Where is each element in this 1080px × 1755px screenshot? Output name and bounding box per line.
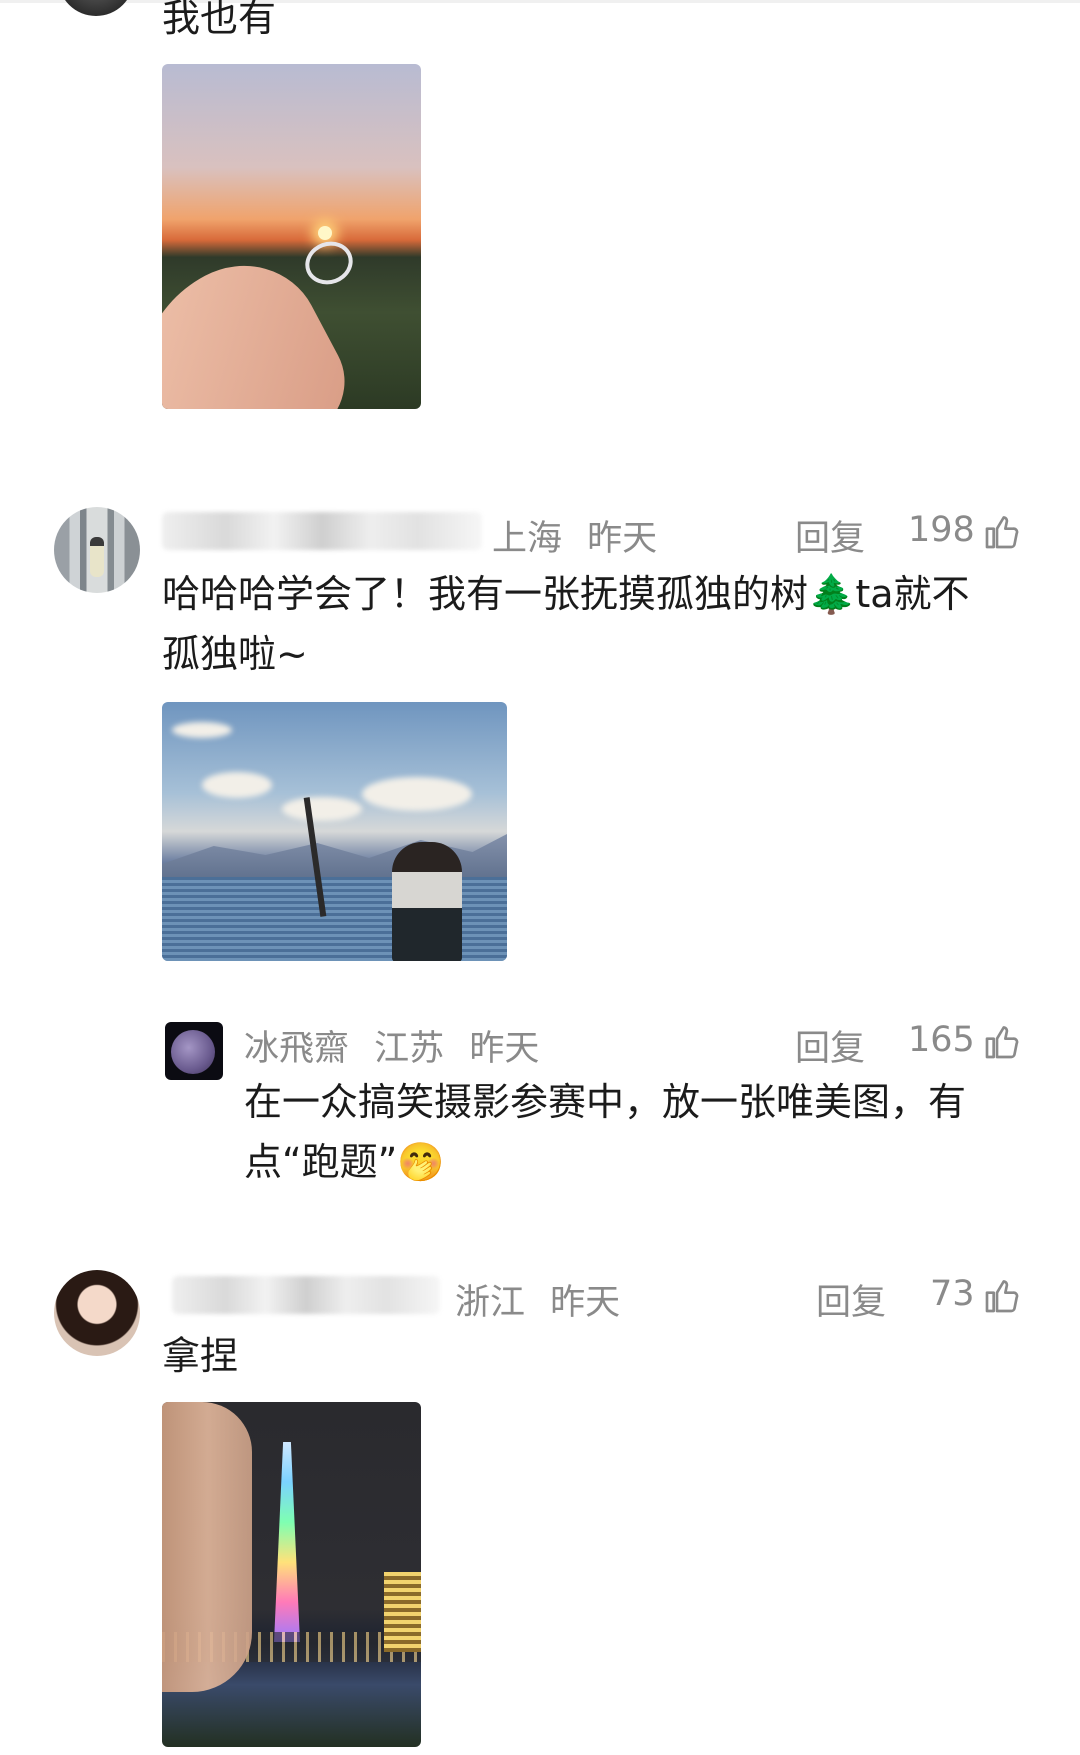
comment-photo[interactable]	[162, 1402, 421, 1747]
comment-meta: 上海 昨天	[492, 510, 671, 561]
avatar[interactable]	[165, 1022, 223, 1080]
avatar[interactable]	[58, 0, 134, 16]
like-count: 165	[908, 1020, 975, 1060]
reply-button[interactable]: 回复	[795, 510, 865, 561]
thumbs-up-icon[interactable]	[982, 1276, 1022, 1316]
comment-text: 拿捏	[162, 1334, 239, 1378]
reply-text-line2: 点“跑题”🤭	[244, 1140, 445, 1184]
comment-meta: 浙江 昨天	[455, 1274, 634, 1325]
location-label: 江苏	[374, 1029, 445, 1069]
reply-button[interactable]: 回复	[816, 1274, 886, 1325]
time-label: 昨天	[469, 1029, 540, 1069]
comment-photo[interactable]	[162, 64, 421, 409]
comment-text-line1: 哈哈哈学会了！我有一张抚摸孤独的树🌲ta就不	[162, 572, 970, 616]
comment-text-line2: 孤独啦~	[162, 632, 308, 676]
like-count: 198	[908, 510, 975, 550]
time-label: 昨天	[587, 519, 658, 559]
username-blurred[interactable]	[172, 1276, 440, 1314]
username[interactable]: 冰飛齋	[244, 1029, 349, 1069]
reply-text-line1: 在一众搞笑摄影参赛中，放一张唯美图，有	[244, 1080, 967, 1124]
avatar[interactable]	[54, 507, 140, 593]
reply-button[interactable]: 回复	[795, 1020, 865, 1071]
comment-photo[interactable]	[162, 702, 507, 961]
avatar[interactable]	[54, 1270, 140, 1356]
time-label: 昨天	[550, 1283, 621, 1323]
like-count: 73	[930, 1274, 975, 1314]
thumbs-up-icon[interactable]	[982, 1022, 1022, 1062]
thumbs-up-icon[interactable]	[982, 512, 1022, 552]
location-label: 浙江	[455, 1283, 526, 1323]
username-blurred[interactable]	[162, 512, 482, 550]
reply-meta: 冰飛齋 江苏 昨天	[244, 1020, 553, 1071]
location-label: 上海	[492, 519, 563, 559]
comment-text: 我也有	[162, 0, 277, 40]
